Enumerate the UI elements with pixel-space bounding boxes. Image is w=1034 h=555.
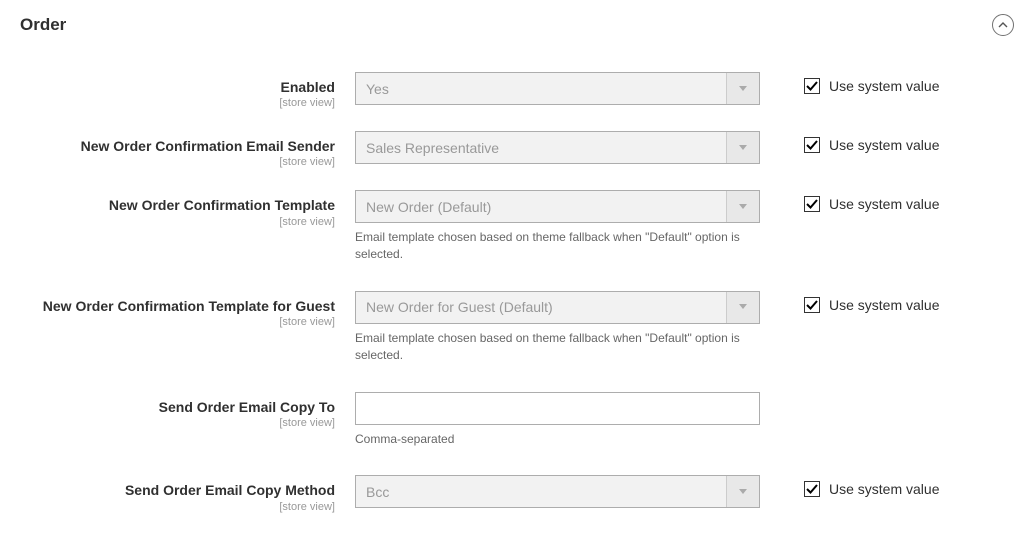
dropdown-arrow (726, 73, 759, 104)
field-row-copy-to: Send Order Email Copy To [store view] Co… (20, 392, 1014, 448)
scope-label: [store view] (20, 97, 335, 109)
input-col: Sales Representative (355, 131, 760, 164)
scope-label: [store view] (20, 156, 335, 168)
dropdown-arrow (726, 292, 759, 323)
input-col: New Order (Default) Email template chose… (355, 190, 760, 263)
use-default-col: Use system value (760, 190, 939, 212)
field-row-template: New Order Confirmation Template [store v… (20, 190, 1014, 263)
sender-select[interactable]: Sales Representative (355, 131, 760, 164)
use-system-checkbox-sender[interactable] (804, 137, 820, 153)
use-system-label[interactable]: Use system value (829, 196, 939, 212)
use-default-col: Use system value (760, 72, 939, 94)
field-label: Enabled (20, 78, 335, 96)
collapse-toggle[interactable] (992, 14, 1014, 36)
use-default-col: Use system value (760, 131, 939, 153)
check-icon (806, 483, 818, 495)
helper-text: Email template chosen based on theme fal… (355, 330, 760, 364)
scope-label: [store view] (20, 501, 335, 513)
input-col: Bcc (355, 475, 760, 508)
select-value: Yes (356, 73, 726, 104)
field-label: New Order Confirmation Email Sender (20, 137, 335, 155)
use-system-label[interactable]: Use system value (829, 297, 939, 313)
select-value: Sales Representative (356, 132, 726, 163)
field-row-copy-method: Send Order Email Copy Method [store view… (20, 475, 1014, 512)
copy-method-select[interactable]: Bcc (355, 475, 760, 508)
dropdown-arrow (726, 191, 759, 222)
input-col: Comma-separated (355, 392, 760, 448)
scope-label: [store view] (20, 417, 335, 429)
caret-down-icon (739, 204, 747, 210)
select-value: New Order (Default) (356, 191, 726, 222)
section-header: Order (20, 14, 1014, 36)
field-row-guest-template: New Order Confirmation Template for Gues… (20, 291, 1014, 364)
use-system-label[interactable]: Use system value (829, 78, 939, 94)
field-row-sender: New Order Confirmation Email Sender [sto… (20, 131, 1014, 168)
copy-to-input[interactable] (355, 392, 760, 425)
use-default-col (760, 392, 804, 398)
caret-down-icon (739, 489, 747, 495)
use-system-checkbox-template[interactable] (804, 196, 820, 212)
use-system-checkbox-copy-method[interactable] (804, 481, 820, 497)
scope-label: [store view] (20, 216, 335, 228)
use-default-col: Use system value (760, 291, 939, 313)
helper-text: Email template chosen based on theme fal… (355, 229, 760, 263)
field-label: New Order Confirmation Template for Gues… (20, 297, 335, 315)
select-value: Bcc (356, 476, 726, 507)
input-col: New Order for Guest (Default) Email temp… (355, 291, 760, 364)
label-col: New Order Confirmation Email Sender [sto… (20, 131, 355, 168)
check-icon (806, 198, 818, 210)
caret-down-icon (739, 145, 747, 151)
scope-label: [store view] (20, 316, 335, 328)
use-system-label[interactable]: Use system value (829, 481, 939, 497)
helper-text: Comma-separated (355, 431, 760, 448)
check-icon (806, 139, 818, 151)
chevron-up-icon (998, 20, 1008, 30)
field-label: Send Order Email Copy Method (20, 481, 335, 499)
use-system-checkbox-enabled[interactable] (804, 78, 820, 94)
section-title: Order (20, 15, 66, 35)
check-icon (806, 299, 818, 311)
caret-down-icon (739, 304, 747, 310)
check-icon (806, 80, 818, 92)
use-system-label[interactable]: Use system value (829, 137, 939, 153)
caret-down-icon (739, 86, 747, 92)
input-col: Yes (355, 72, 760, 105)
label-col: New Order Confirmation Template [store v… (20, 190, 355, 227)
label-col: Send Order Email Copy To [store view] (20, 392, 355, 429)
use-default-col: Use system value (760, 475, 939, 497)
guest-template-select[interactable]: New Order for Guest (Default) (355, 291, 760, 324)
field-label: New Order Confirmation Template (20, 196, 335, 214)
label-col: New Order Confirmation Template for Gues… (20, 291, 355, 328)
label-col: Enabled [store view] (20, 72, 355, 109)
use-system-checkbox-guest-template[interactable] (804, 297, 820, 313)
field-row-enabled: Enabled [store view] Yes Use system valu… (20, 72, 1014, 109)
dropdown-arrow (726, 476, 759, 507)
select-value: New Order for Guest (Default) (356, 292, 726, 323)
dropdown-arrow (726, 132, 759, 163)
label-col: Send Order Email Copy Method [store view… (20, 475, 355, 512)
template-select[interactable]: New Order (Default) (355, 190, 760, 223)
field-label: Send Order Email Copy To (20, 398, 335, 416)
enabled-select[interactable]: Yes (355, 72, 760, 105)
